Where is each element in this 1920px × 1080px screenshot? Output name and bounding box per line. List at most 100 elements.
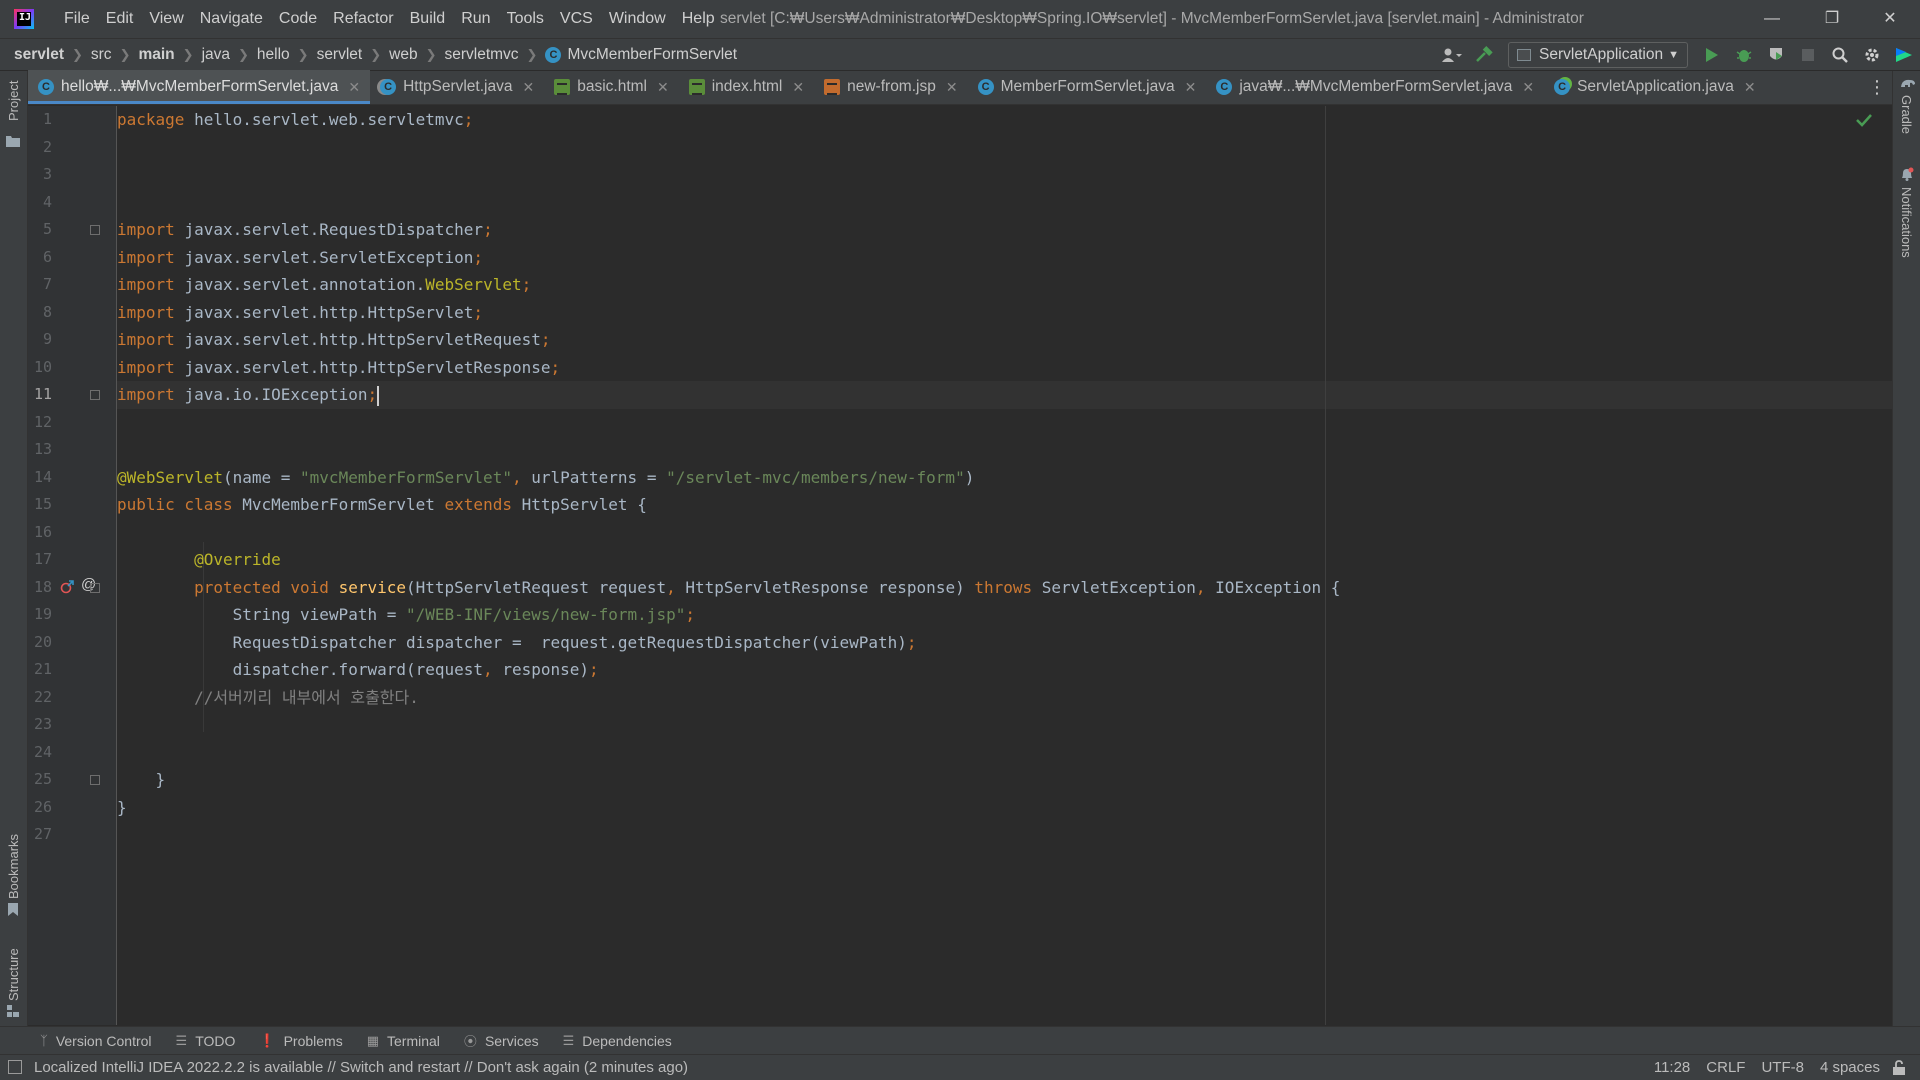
run-icon[interactable]	[1696, 41, 1728, 69]
structure-tool-button[interactable]: Structure	[4, 929, 24, 1019]
tab-httpservlet[interactable]: C HttpServlet.java ✕	[370, 70, 544, 104]
line-number[interactable]: 4	[28, 189, 52, 217]
code-line[interactable]: import javax.servlet.ServletException;	[117, 244, 483, 272]
project-tool-button[interactable]: Project	[4, 77, 24, 157]
bookmarks-tool-button[interactable]: Bookmarks	[4, 821, 24, 916]
code-line[interactable]: import java.io.IOException;	[117, 381, 380, 409]
file-encoding[interactable]: UTF-8	[1761, 1059, 1804, 1076]
breadcrumb-project[interactable]: servlet	[14, 46, 64, 64]
fold-marker-icon[interactable]	[90, 582, 100, 593]
run-configuration-select[interactable]: ServletApplication ▼	[1508, 42, 1688, 68]
line-number[interactable]: 10	[28, 354, 52, 382]
line-number[interactable]: 26	[28, 794, 52, 822]
menu-file[interactable]: File	[56, 10, 98, 28]
debug-bug-icon[interactable]	[1728, 41, 1760, 69]
gradle-tool-button[interactable]: Gradle	[1897, 77, 1917, 157]
line-number[interactable]: 13	[28, 436, 52, 464]
notifications-tool-button[interactable]: Notifications	[1897, 167, 1917, 337]
version-control-tool-button[interactable]: ᛉ Version Control	[40, 1033, 152, 1049]
more-vertical-icon[interactable]: ⋮	[1868, 77, 1886, 98]
account-icon[interactable]	[1436, 41, 1468, 69]
services-tool-button[interactable]: ⦿ Services	[464, 1031, 539, 1050]
problems-tool-button[interactable]: ❗ Problems	[259, 1033, 342, 1049]
fold-marker-icon[interactable]	[90, 775, 100, 785]
search-icon[interactable]	[1824, 41, 1856, 69]
todo-tool-button[interactable]: ☰ TODO	[176, 1033, 236, 1049]
menu-build[interactable]: Build	[402, 10, 454, 28]
line-number[interactable]: 20	[28, 629, 52, 657]
status-square-icon[interactable]	[8, 1060, 22, 1074]
line-number[interactable]: 22	[28, 684, 52, 712]
code-line[interactable]: @Override	[117, 546, 281, 574]
menu-tools[interactable]: Tools	[499, 10, 552, 28]
line-number[interactable]: 3	[28, 161, 52, 189]
menu-code[interactable]: Code	[271, 10, 325, 28]
close-icon[interactable]: ✕	[792, 79, 804, 96]
menu-help[interactable]: Help	[674, 10, 723, 28]
line-number[interactable]: 8	[28, 299, 52, 327]
code-line[interactable]: import javax.servlet.http.HttpServlet;	[117, 299, 483, 327]
gear-icon[interactable]	[1856, 41, 1888, 69]
menu-edit[interactable]: Edit	[98, 10, 142, 28]
code-line[interactable]: import javax.servlet.RequestDispatcher;	[117, 216, 493, 244]
close-icon[interactable]: ✕	[1744, 79, 1756, 96]
line-number[interactable]: 25	[28, 766, 52, 794]
line-number[interactable]: 23	[28, 711, 52, 739]
code-line[interactable]: //서버끼리 내부에서 호출한다.	[117, 684, 419, 712]
breadcrumb-hello[interactable]: hello	[257, 46, 290, 64]
stop-icon[interactable]	[1792, 41, 1824, 69]
menu-refactor[interactable]: Refactor	[325, 10, 401, 28]
line-number[interactable]: 11	[28, 381, 52, 409]
close-icon[interactable]: ✕	[1522, 79, 1534, 96]
menu-window[interactable]: Window	[601, 10, 674, 28]
line-number[interactable]: 7	[28, 271, 52, 299]
line-number[interactable]: 21	[28, 656, 52, 684]
line-number[interactable]: 27	[28, 821, 52, 849]
tab-hello-mvcmemberformservlet[interactable]: C hello₩...₩MvcMemberFormServlet.java ✕	[28, 70, 371, 104]
line-number[interactable]: 19	[28, 601, 52, 629]
tab-index-html[interactable]: index.html ✕	[679, 70, 814, 104]
dependencies-tool-button[interactable]: ☰ Dependencies	[563, 1033, 672, 1049]
code-line[interactable]: RequestDispatcher dispatcher = request.g…	[117, 629, 917, 657]
menu-view[interactable]: View	[141, 10, 191, 28]
fold-marker-icon[interactable]	[90, 390, 100, 400]
code-line[interactable]: }	[117, 766, 166, 794]
line-number[interactable]: 6	[28, 244, 52, 272]
line-number[interactable]: 15	[28, 491, 52, 519]
code-line[interactable]: String viewPath = "/WEB-INF/views/new-fo…	[117, 601, 695, 629]
minimize-button[interactable]: —	[1752, 6, 1792, 32]
status-message[interactable]: Localized IntelliJ IDEA 2022.2.2 is avai…	[34, 1059, 688, 1076]
unlock-icon[interactable]	[1892, 1059, 1906, 1076]
code-line[interactable]: }	[117, 794, 127, 822]
code-line[interactable]: protected void service(HttpServletReques…	[117, 574, 1340, 602]
close-window-button[interactable]: ✕	[1870, 6, 1910, 32]
line-number[interactable]: 18	[28, 574, 52, 602]
line-number[interactable]: 24	[28, 739, 52, 767]
close-icon[interactable]: ✕	[522, 79, 534, 96]
close-icon[interactable]: ✕	[946, 79, 958, 96]
line-number[interactable]: 2	[28, 134, 52, 162]
line-number[interactable]: 12	[28, 409, 52, 437]
line-number[interactable]: 17	[28, 546, 52, 574]
breadcrumb-main[interactable]: main	[138, 46, 174, 64]
code-line[interactable]: import javax.servlet.http.HttpServletRes…	[117, 354, 560, 382]
indent-setting[interactable]: 4 spaces	[1820, 1059, 1880, 1076]
code-line[interactable]: dispatcher.forward(request, response);	[117, 656, 599, 684]
menu-vcs[interactable]: VCS	[552, 10, 601, 28]
close-icon[interactable]: ✕	[1185, 79, 1197, 96]
code-line[interactable]: package hello.servlet.web.servletmvc;	[117, 106, 473, 134]
tab-basic-html[interactable]: basic.html ✕	[544, 70, 679, 104]
close-icon[interactable]: ✕	[348, 79, 360, 96]
menu-navigate[interactable]: Navigate	[192, 10, 271, 28]
line-number[interactable]: 1	[28, 106, 52, 134]
jetbrains-toolbox-icon[interactable]	[1888, 41, 1920, 69]
code-editor[interactable]: package hello.servlet.web.servletmvc; imp…	[117, 106, 1892, 1025]
tab-servletapplication[interactable]: C ServletApplication.java ✕	[1544, 70, 1766, 104]
line-number[interactable]: 5	[28, 216, 52, 244]
breadcrumb-class[interactable]: C MvcMemberFormServlet	[545, 46, 737, 64]
build-hammer-icon[interactable]	[1468, 41, 1500, 69]
code-line[interactable]: @WebServlet(name = "mvcMemberFormServlet…	[117, 464, 974, 492]
restore-button[interactable]: ❐	[1812, 6, 1852, 32]
breadcrumb-web[interactable]: web	[389, 46, 417, 64]
line-number[interactable]: 16	[28, 519, 52, 547]
